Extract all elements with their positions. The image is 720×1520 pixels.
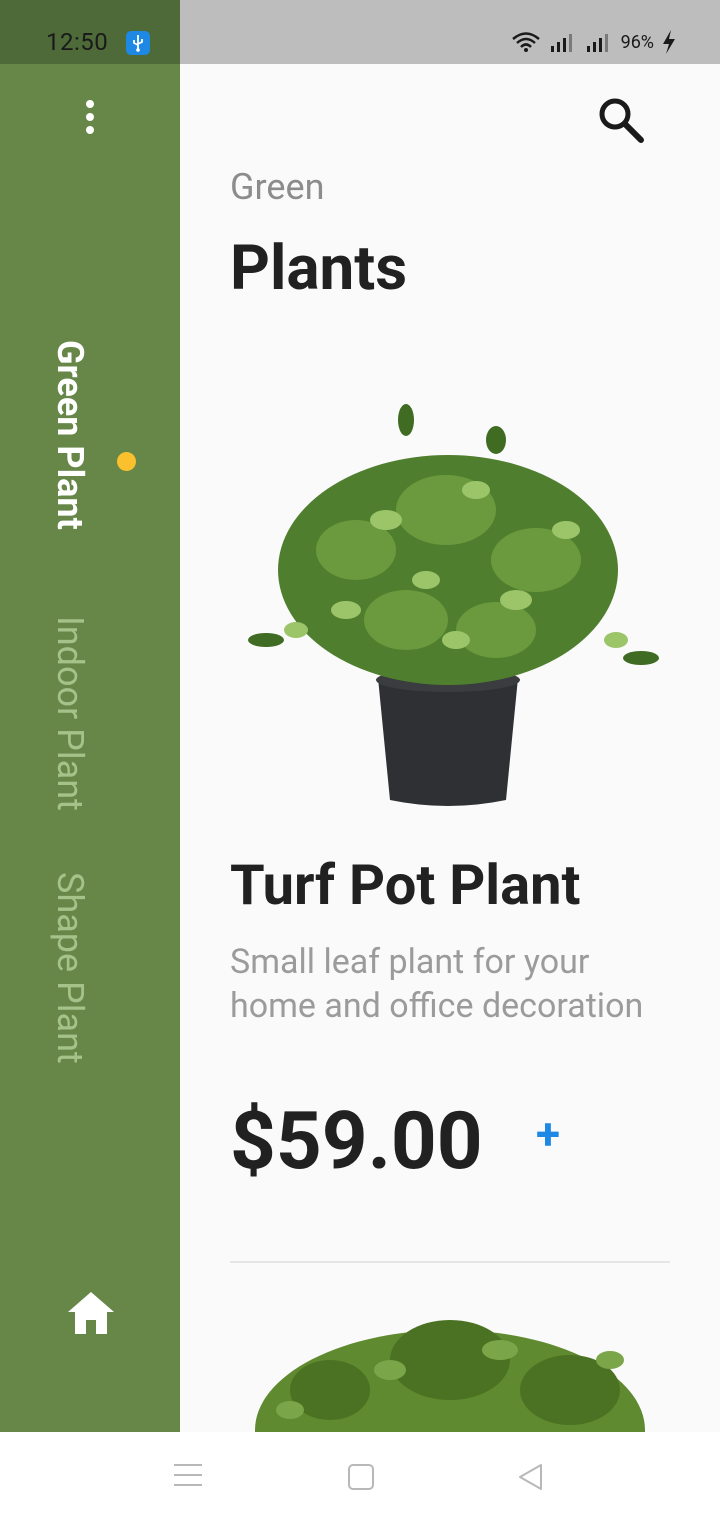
- battery-level: 96%: [620, 31, 654, 53]
- category-sidebar: Green Plant Indoor Plant Shape Plant: [0, 64, 180, 1432]
- tab-shape-plant[interactable]: Shape Plant: [49, 872, 91, 1064]
- product-image[interactable]: [236, 400, 666, 820]
- home-button[interactable]: [348, 1464, 374, 1490]
- divider: [230, 1261, 670, 1263]
- search-icon[interactable]: [596, 96, 646, 144]
- page-subtitle: Green: [230, 166, 325, 208]
- next-product-image[interactable]: [250, 1300, 650, 1432]
- more-vert-icon[interactable]: [84, 100, 96, 134]
- charging-icon: [663, 30, 675, 54]
- product-description: Small leaf plant for your home and offic…: [230, 942, 644, 1026]
- wifi-icon: [511, 32, 540, 52]
- usb-icon: [126, 31, 150, 55]
- signal-icon-2: [586, 34, 608, 52]
- home-icon[interactable]: [66, 1290, 116, 1336]
- tab-green-plant[interactable]: Green Plant: [49, 340, 91, 530]
- recent-apps-button[interactable]: [174, 1464, 202, 1488]
- system-navigation-bar: [0, 1432, 720, 1520]
- active-tab-indicator: [117, 452, 136, 471]
- status-time: 12:50: [46, 28, 109, 56]
- status-icons: 96%: [511, 30, 676, 54]
- page-title: Plants: [230, 232, 408, 305]
- add-to-cart-button[interactable]: +: [528, 1112, 568, 1156]
- product-name: Turf Pot Plant: [230, 852, 581, 918]
- signal-icon: [550, 34, 572, 52]
- status-bar: 12:50 96%: [0, 0, 720, 64]
- product-price: $59.00: [230, 1094, 483, 1188]
- back-button[interactable]: [516, 1462, 546, 1492]
- tab-indoor-plant[interactable]: Indoor Plant: [49, 616, 91, 811]
